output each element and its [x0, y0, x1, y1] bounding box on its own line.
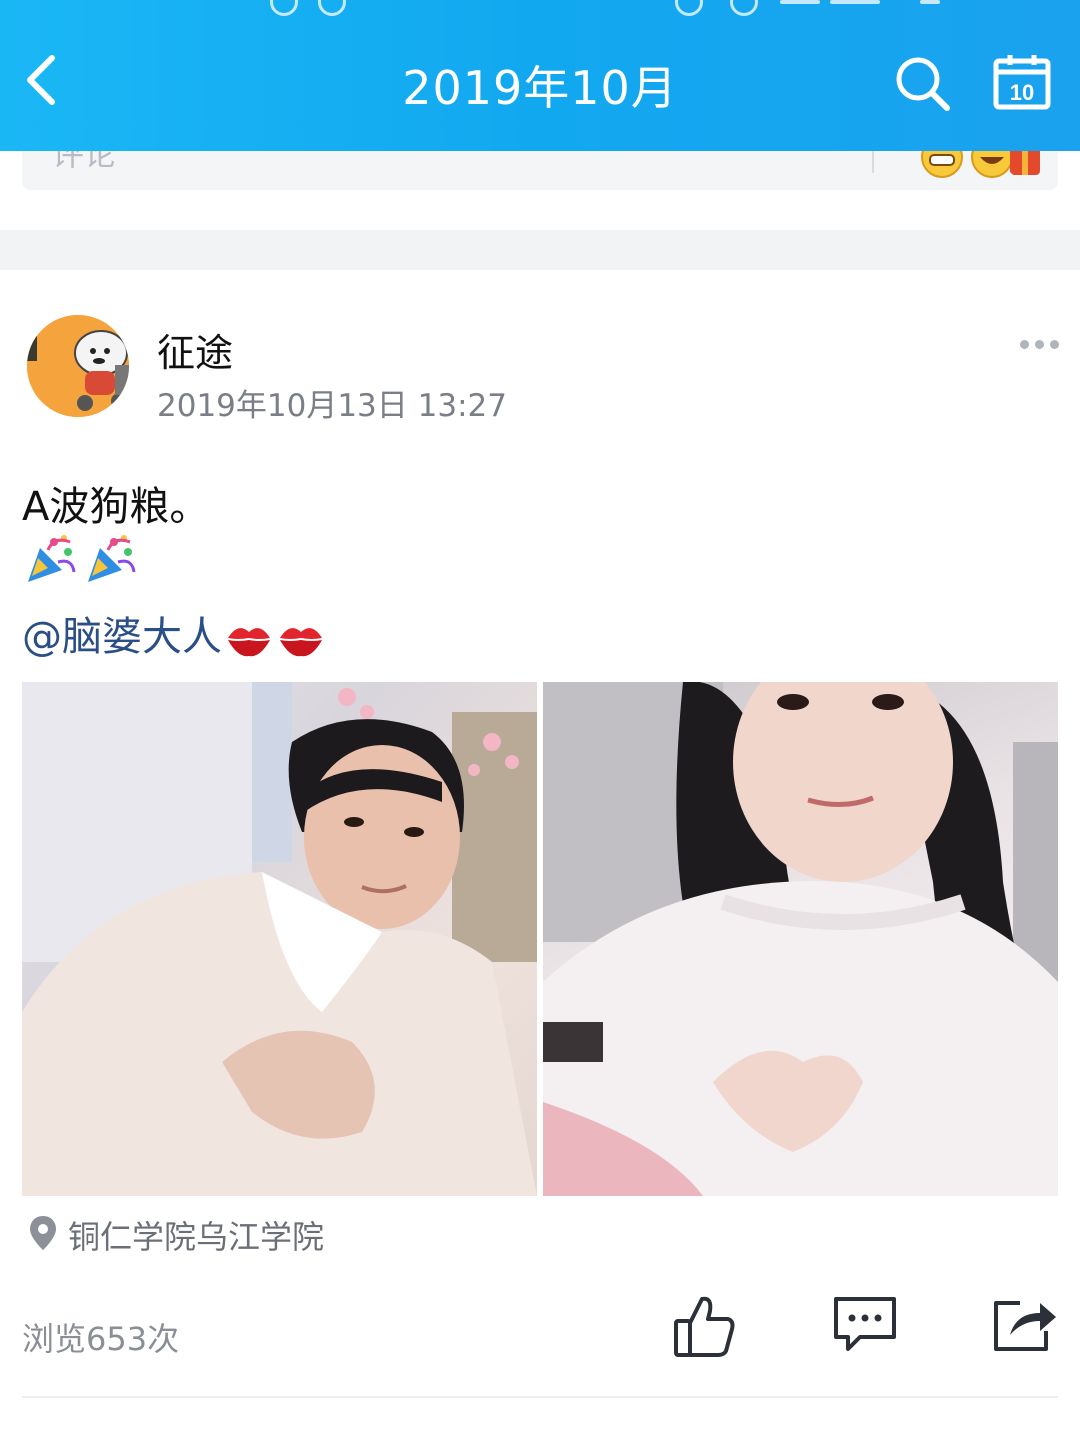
- share-button[interactable]: [990, 1293, 1058, 1355]
- party-popper-icon: [28, 535, 76, 582]
- signal-icon: [830, 0, 880, 4]
- search-icon: [896, 57, 950, 111]
- status-bar: [0, 0, 1080, 16]
- share-icon: [994, 1301, 1056, 1351]
- signal-icon: [780, 0, 820, 4]
- comment-icon: [834, 1297, 896, 1351]
- location-pin-icon: [30, 1216, 56, 1250]
- calendar-day: 10: [1010, 80, 1034, 105]
- post-text: A波狗粮。: [22, 484, 210, 530]
- divider: [872, 151, 874, 173]
- photo-image: [22, 682, 537, 1196]
- photo-image: [543, 682, 1058, 1196]
- avatar-image: [27, 315, 129, 417]
- view-count: 浏览653次: [22, 1320, 180, 1358]
- battery-icon: [920, 0, 940, 4]
- photo-girl-selfie[interactable]: [543, 682, 1058, 1196]
- grin-emoji-icon: [921, 151, 963, 178]
- status-icon: [270, 0, 298, 16]
- calendar-button[interactable]: 10: [993, 54, 1051, 110]
- gift-emoji-icon: [1010, 151, 1040, 175]
- top-app-bar: 2019年10月 10: [0, 0, 1080, 151]
- more-dot: [1020, 340, 1029, 349]
- kiss-icon: [280, 628, 322, 657]
- like-button[interactable]: [672, 1293, 738, 1359]
- status-icon: [675, 0, 703, 16]
- comment-input[interactable]: 评论: [22, 151, 1058, 190]
- mention-line: @脑婆大人: [22, 604, 326, 662]
- status-icon: [730, 0, 758, 16]
- location-label: 铜仁学院乌江学院: [68, 1218, 325, 1256]
- avatar[interactable]: [27, 315, 129, 417]
- comment-placeholder: 评论: [52, 151, 117, 173]
- post-separator: [0, 230, 1080, 270]
- photo-boy-selfie[interactable]: [22, 682, 537, 1196]
- more-dot: [1035, 340, 1044, 349]
- party-popper-icon: [88, 535, 136, 582]
- status-icon: [318, 0, 346, 16]
- calendar-icon: 10: [993, 55, 1051, 110]
- comment-button[interactable]: [832, 1293, 898, 1353]
- kiss-icon: [228, 628, 270, 657]
- author-name[interactable]: 征途: [157, 322, 233, 377]
- search-button[interactable]: [893, 54, 953, 114]
- more-dot: [1050, 340, 1059, 349]
- emoji-quick-picker[interactable]: [898, 151, 1040, 179]
- post-timestamp: 2019年10月13日 13:27: [157, 388, 507, 424]
- like-icon: [674, 1296, 735, 1357]
- divider: [22, 1396, 1058, 1398]
- mention-link[interactable]: @脑婆大人: [22, 614, 222, 660]
- more-options-button[interactable]: [1020, 336, 1064, 352]
